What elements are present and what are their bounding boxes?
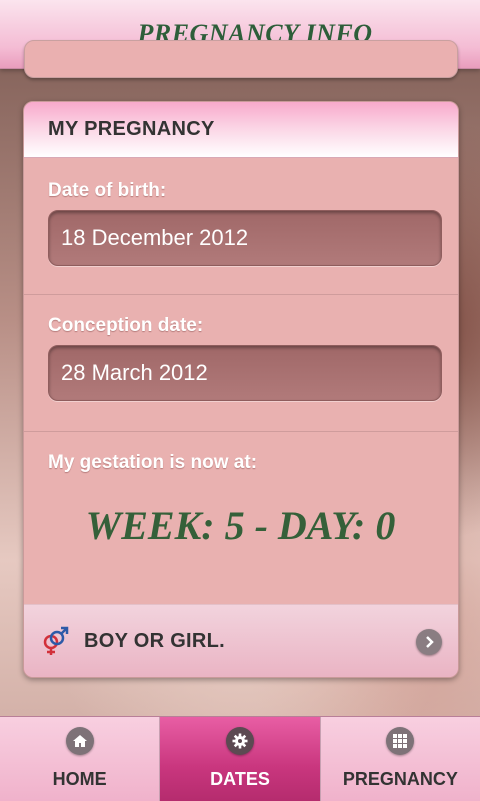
- boy-or-girl-row[interactable]: BOY OR GIRL.: [24, 605, 458, 677]
- bottom-navigation: HOME DATES PREGNANCY: [0, 716, 480, 801]
- date-of-birth-section: Date of birth: 18 December 2012: [24, 158, 458, 295]
- date-of-birth-field[interactable]: 18 December 2012: [48, 210, 442, 266]
- gestation-label: My gestation is now at:: [48, 452, 258, 473]
- boy-or-girl-label: BOY OR GIRL.: [84, 629, 226, 652]
- date-of-birth-label: Date of birth:: [48, 180, 167, 201]
- gear-icon: [225, 727, 254, 755]
- gestation-section: My gestation is now at: WEEK: 5 - DAY: 0: [24, 432, 458, 605]
- nav-tab-home[interactable]: HOME: [0, 717, 161, 801]
- gestation-value: WEEK: 5 - DAY: 0: [85, 503, 396, 548]
- nav-tab-dates[interactable]: DATES: [160, 717, 321, 801]
- nav-label-home: HOME: [52, 769, 107, 789]
- nav-label-pregnancy: PREGNANCY: [342, 769, 458, 789]
- card-header: MY PREGNANCY: [24, 102, 458, 158]
- grid-icon: [386, 727, 415, 755]
- home-icon: [65, 727, 94, 755]
- conception-date-section: Conception date: 28 March 2012: [24, 295, 458, 432]
- nav-tab-pregnancy[interactable]: PREGNANCY: [320, 717, 480, 801]
- gender-symbol-icon: [43, 626, 69, 655]
- chevron-right-icon[interactable]: [416, 629, 442, 655]
- card-title: MY PREGNANCY: [48, 118, 215, 140]
- nav-label-dates: DATES: [210, 769, 270, 789]
- conception-date-field[interactable]: 28 March 2012: [48, 345, 442, 401]
- conception-date-label: Conception date:: [48, 315, 204, 336]
- my-pregnancy-card: MY PREGNANCY Date of birth: 18 December …: [23, 101, 459, 678]
- previous-card-edge: [24, 40, 458, 78]
